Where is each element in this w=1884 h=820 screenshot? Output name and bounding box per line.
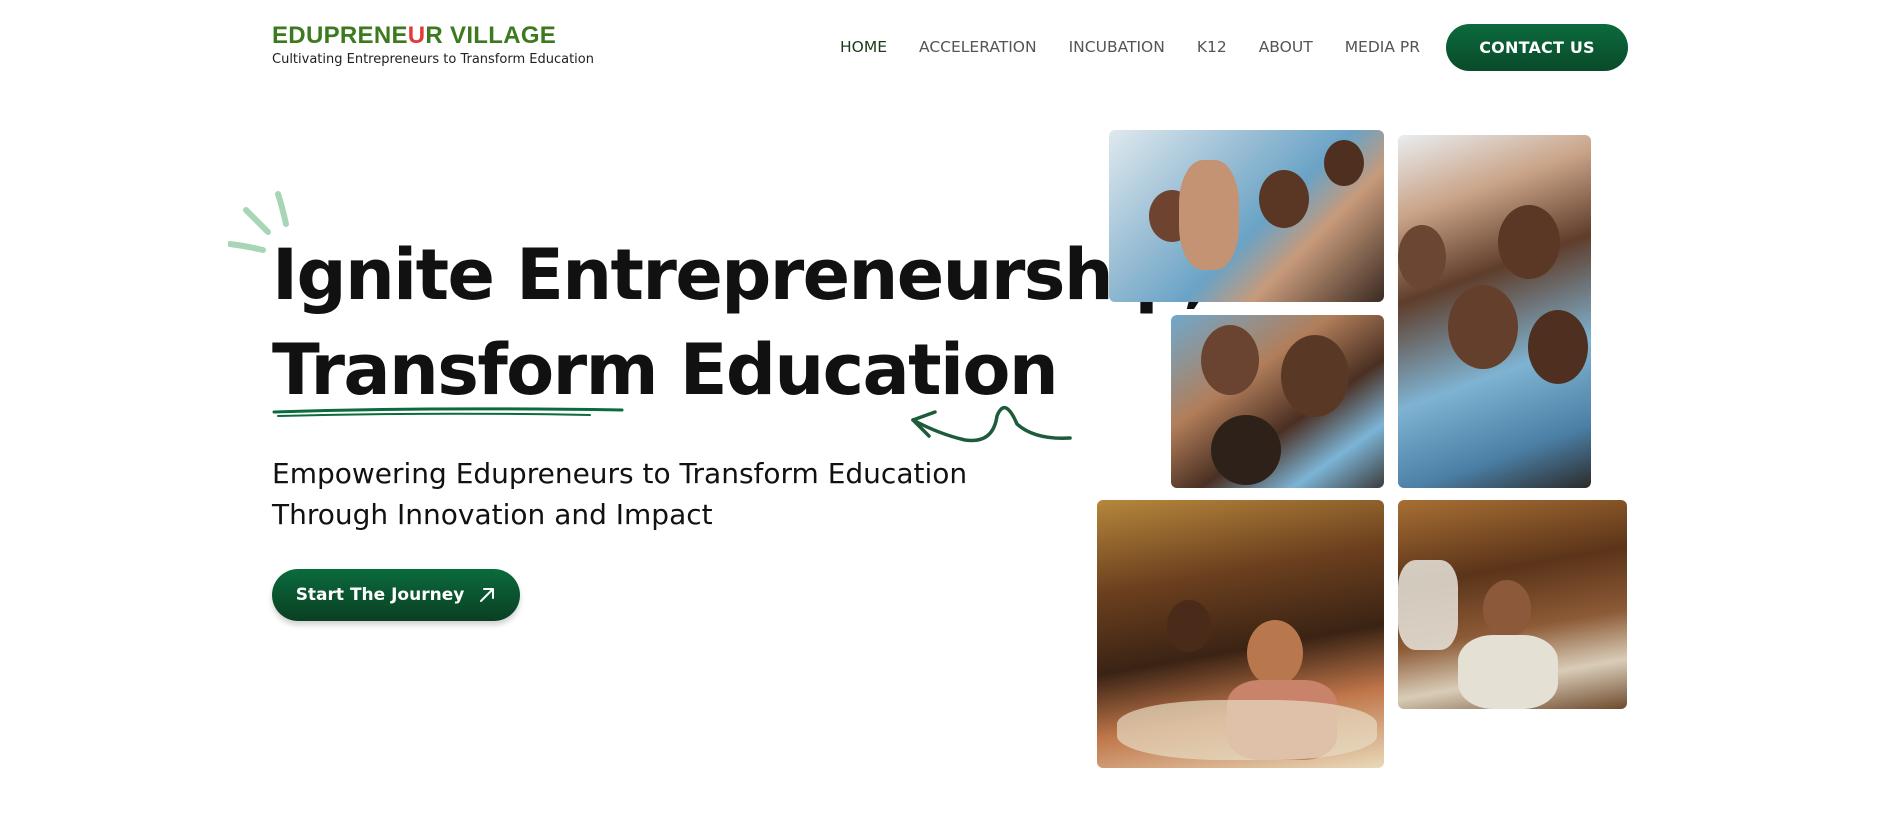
nav-home[interactable]: HOME [840,38,887,56]
students-waving-photo [1109,130,1384,302]
conference-attendee-photo [1398,500,1627,709]
students-smiling-photo [1171,315,1384,488]
scribble-underline-icon [272,407,624,417]
logo-title-part1: EDUPRENE [272,22,408,49]
logo-tagline: Cultivating Entrepreneurs to Transform E… [272,52,594,67]
nav-about[interactable]: ABOUT [1259,38,1313,56]
logo-title-part2: R VILLAGE [425,22,557,49]
logo-title: EDUPRENEUR VILLAGE [272,22,594,50]
headline-line-1: Ignite Entrepreneurship, [272,234,1210,316]
logo-title-highlight: U [407,22,426,49]
nav-media-pr[interactable]: MEDIA PR [1345,38,1420,56]
start-journey-label: Start The Journey [295,585,465,605]
conference-audience-photo [1097,500,1384,768]
nav-k12[interactable]: K12 [1197,38,1227,56]
subhead-line-1: Empowering Edupreneurs to Transform Educ… [272,457,968,490]
main-nav: HOME ACCELERATION INCUBATION K12 ABOUT M… [840,38,1452,56]
subhead-line-2: Through Innovation and Impact [272,498,713,531]
hero-subheading: Empowering Edupreneurs to Transform Educ… [272,453,992,535]
contact-us-button[interactable]: CONTACT US [1446,24,1628,71]
hero-headline: Ignite Entrepreneurship, Transform Educa… [272,228,1210,418]
nav-incubation[interactable]: INCUBATION [1069,38,1165,56]
logo[interactable]: EDUPRENEUR VILLAGE Cultivating Entrepren… [272,22,594,67]
arrow-up-right-icon [480,588,495,602]
students-group-tall-photo [1398,135,1591,488]
start-journey-button[interactable]: Start The Journey [272,569,520,621]
nav-acceleration[interactable]: ACCELERATION [919,38,1037,56]
